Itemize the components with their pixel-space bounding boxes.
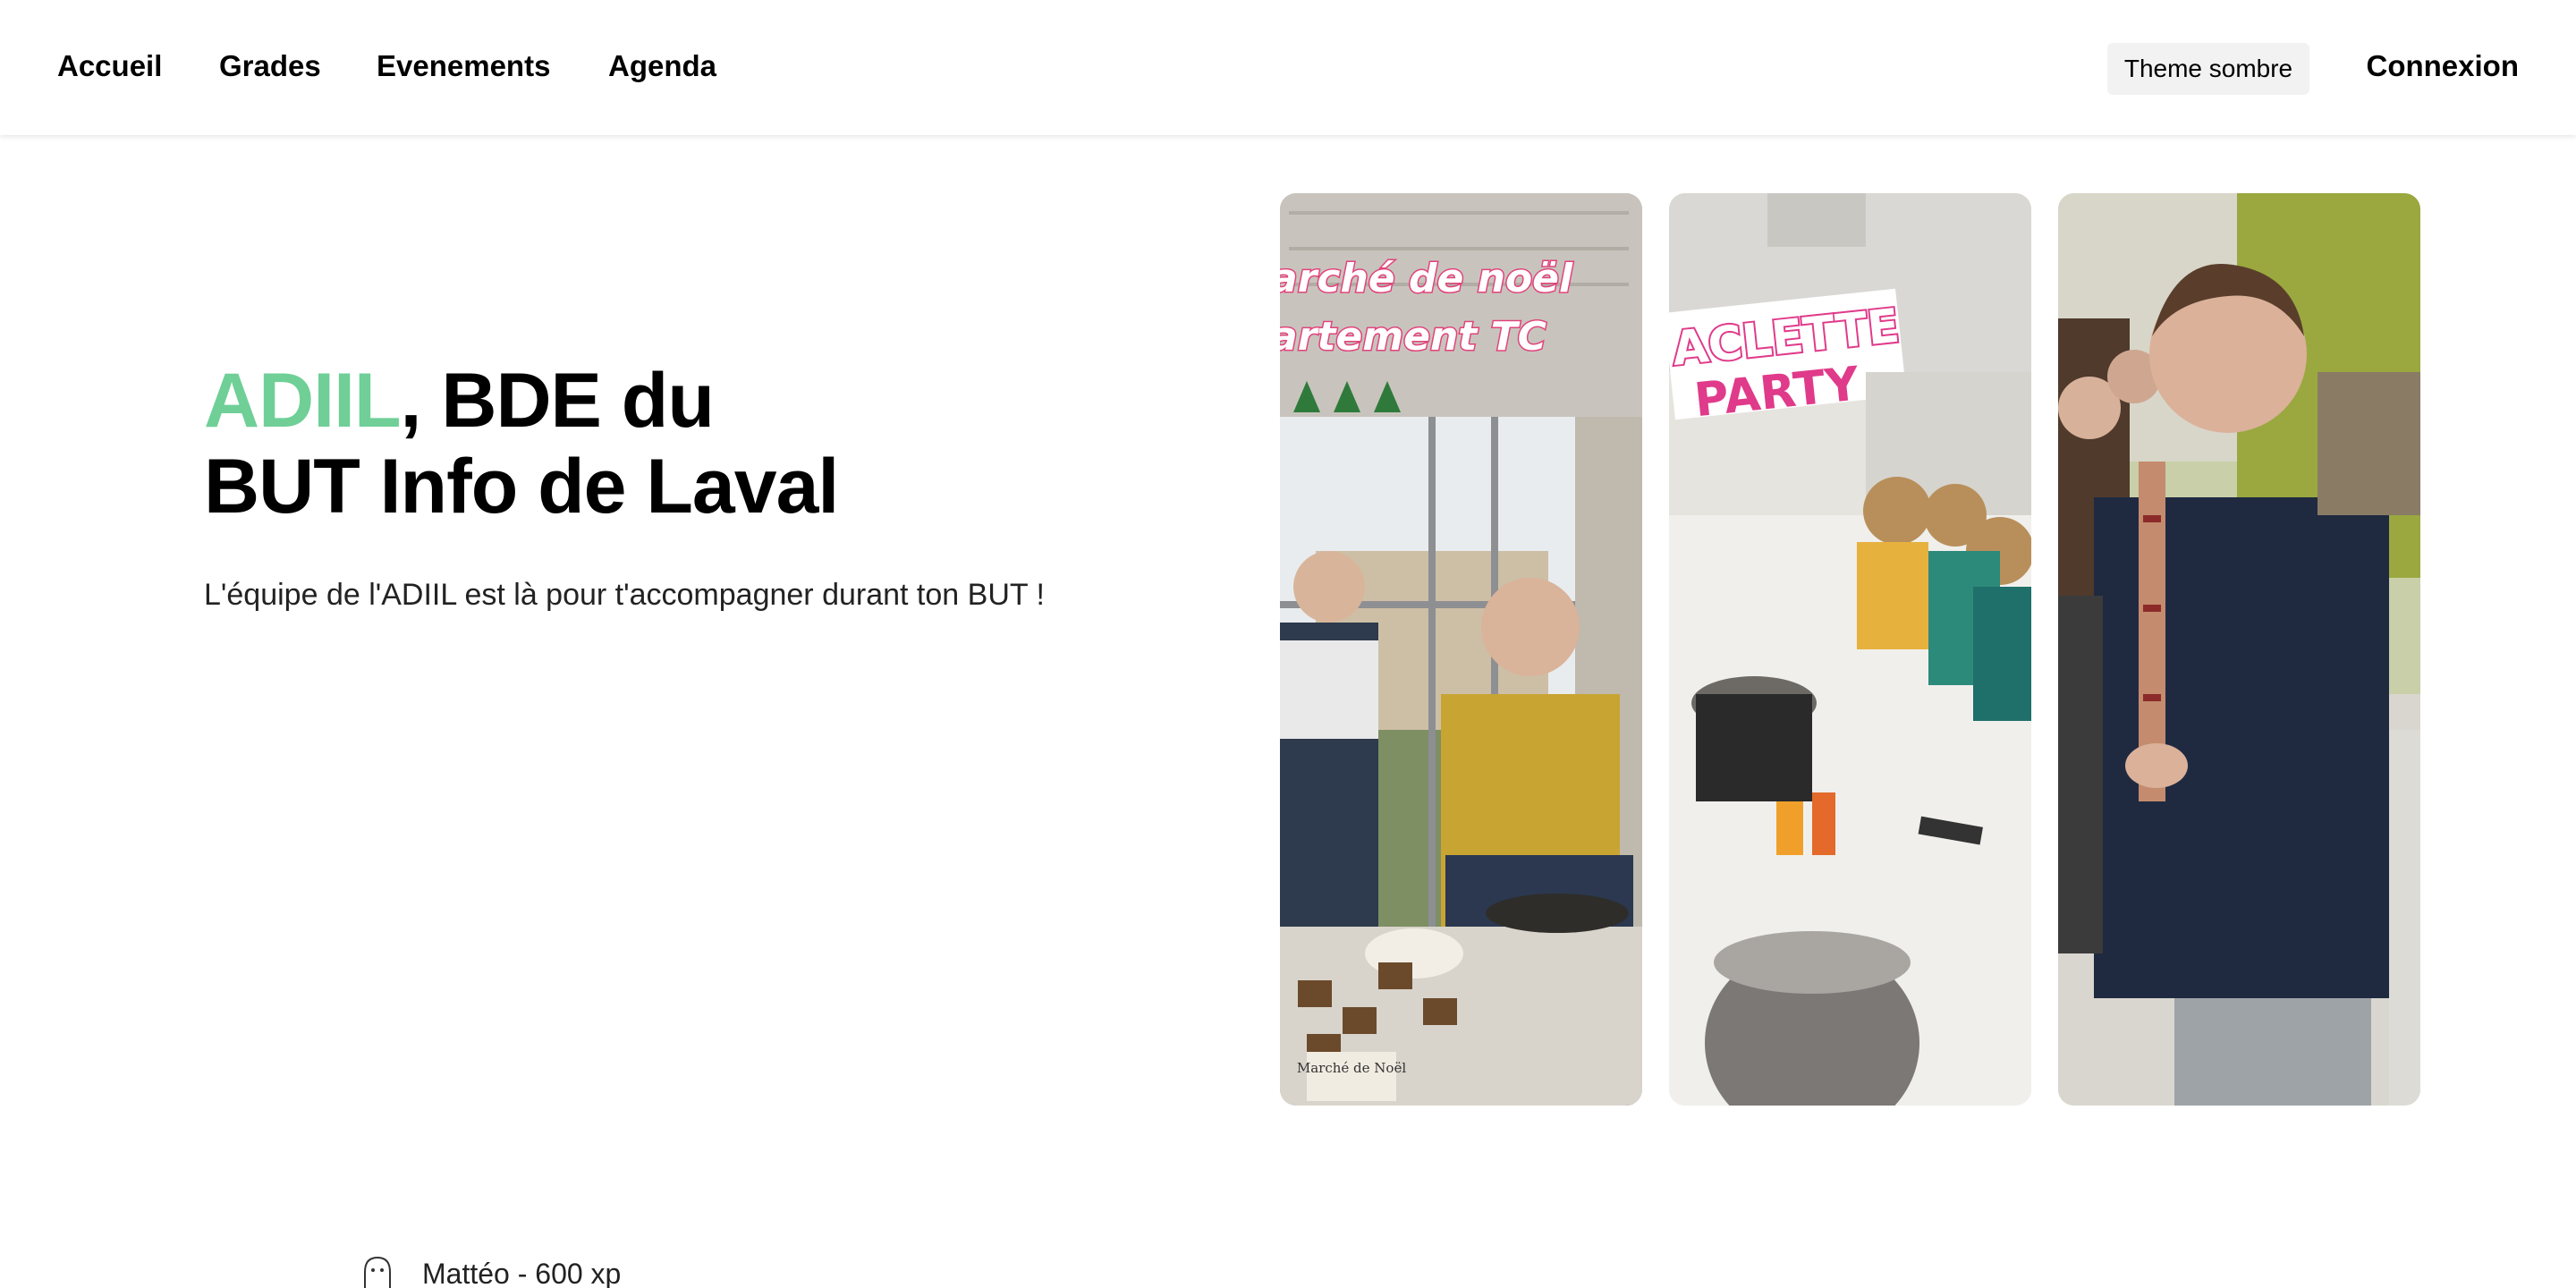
hero-subtitle: L'équipe de l'ADIIL est là pour t'accomp… — [204, 578, 1045, 612]
login-link[interactable]: Connexion — [2367, 47, 2520, 86]
nav-link-accueil[interactable]: Accueil — [57, 47, 162, 86]
member-name-xp: Mattéo - 600 xp — [422, 1258, 622, 1288]
ghost-icon — [364, 1256, 391, 1288]
member-entry: Mattéo - 600 xp — [358, 1254, 621, 1288]
market-sign-text: Marché de Noël — [1297, 1060, 1406, 1076]
event-photo-raclette-party: ACLETTE PARTY — [1669, 193, 2031, 1106]
event-photo-student — [2058, 193, 2420, 1106]
hero-title-line2: BUT Info de Laval — [204, 444, 839, 530]
nav-link-grades[interactable]: Grades — [219, 47, 321, 86]
theme-toggle-button[interactable]: Theme sombre — [2107, 43, 2309, 95]
hero-title: ADIIL, BDE du BUT Info de Laval — [204, 358, 839, 530]
top-navbar: Accueil Grades Evenements Agenda Theme s… — [0, 0, 2576, 135]
event-photo-christmas-market: Marché de Noël arché de noël artement TC — [1280, 193, 1642, 1106]
photo-overlay-text-2: artement TC — [1280, 314, 1546, 360]
hero-title-rest: , BDE du — [400, 358, 715, 444]
hero-title-accent: ADIIL — [204, 358, 402, 444]
nav-link-agenda[interactable]: Agenda — [608, 47, 716, 86]
nav-link-evenements[interactable]: Evenements — [377, 47, 550, 86]
photo-overlay-text-1: arché de noël — [1280, 256, 1573, 301]
